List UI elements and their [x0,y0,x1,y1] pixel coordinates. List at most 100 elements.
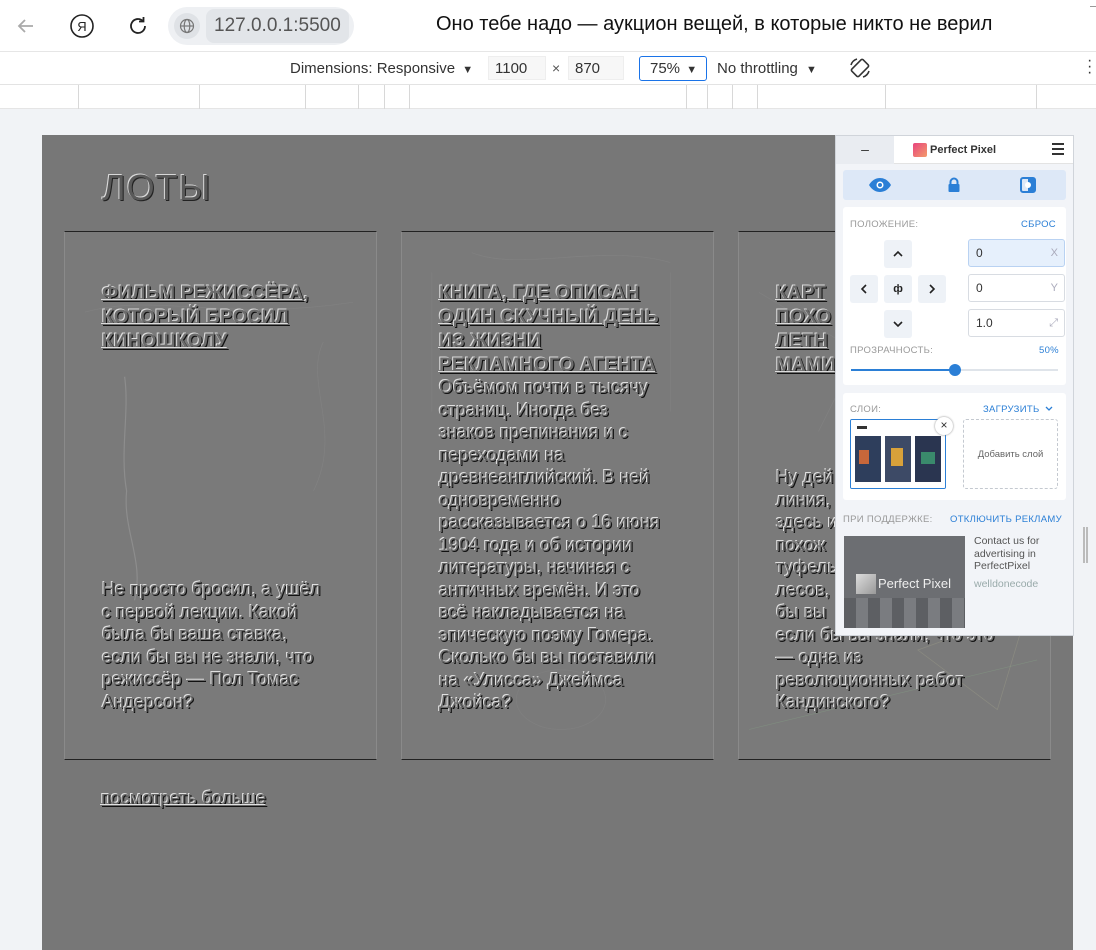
lot-text-line: революционных работ [776,669,965,690]
chevron-down-icon [1045,406,1053,411]
height-input[interactable]: 870 [568,56,624,80]
ad-banner[interactable]: Perfect Pixel [844,536,965,628]
lot-title-line: ПОХО [776,307,832,328]
panel-header: – Perfect Pixel [836,136,1073,164]
remove-layer-button[interactable]: × [935,417,953,435]
reload-button[interactable] [121,9,155,43]
lot-text-line: античных времён. И это [439,579,641,600]
upload-button[interactable]: ЗАГРУЗИТЬ [983,404,1053,415]
invert-toggle[interactable] [991,170,1065,200]
layer-thumbnail[interactable] [850,419,946,489]
lot-card[interactable]: ФИЛЬМ РЕЖИССЁРА, КОТОРЫЙ БРОСИЛ КИНОШКОЛ… [64,231,377,760]
lot-text-line: — одна из [776,647,863,667]
throttling-label: No throttling [717,60,798,77]
lot-card[interactable]: КНИГА, ГДЕ ОПИСАН ОДИН СКУЧНЫЙ ДЕНЬ ИЗ Ж… [401,231,714,760]
lot-title-line: ЛЕТН [776,331,829,352]
scale-input[interactable]: 1.0 ⤢ [968,309,1065,337]
move-down-button[interactable] [884,310,912,338]
move-right-button[interactable] [918,275,946,303]
move-up-button[interactable] [884,240,912,268]
lot-text-line: знаков препинания и с [439,422,629,442]
opacity-slider[interactable] [851,364,1058,376]
lot-text-line: Андерсон? [102,691,194,712]
lot-text-line: переходами на [439,444,565,465]
lot-text-line: литературы, начиная с [439,557,631,577]
ad-pattern [844,598,965,628]
hamburger-menu-icon[interactable] [1052,143,1064,158]
perfect-pixel-panel: – Perfect Pixel ПОЛОЖЕНИЕ: СБРОС ф 0 X 0… [835,135,1074,636]
lot-text-line: Джойса? [439,692,513,712]
lot-title-line: ИЗ ЖИЗНИ [439,331,542,352]
media-query-ruler [0,85,1096,109]
section-title: ЛОТЫ [102,167,212,208]
y-offset-input[interactable]: 0 Y [968,274,1065,302]
lot-text-line: была бы ваша ставка, [102,624,288,644]
chevron-right-icon [929,284,936,294]
lot-title-line: КИНОШКОЛУ [102,331,228,352]
width-input[interactable]: 1100 [488,56,546,80]
chevron-down-icon: ▼ [462,64,474,76]
position-section: ПОЛОЖЕНИЕ: СБРОС ф 0 X 0 Y 1.0 ⤢ ПРОЗРАЧ… [843,207,1066,385]
y-suffix: Y [1050,282,1058,294]
move-left-button[interactable] [850,275,878,303]
lot-title-line: КОТОРЫЙ БРОСИЛ [102,307,289,328]
url-text[interactable]: 127.0.0.1:5500 [206,9,349,43]
lot-text-line: страниц. Иногда без [439,399,609,420]
ad-brand: Perfect Pixel [878,576,951,591]
reset-link[interactable]: СБРОС [1021,219,1056,230]
layers-section: СЛОИ: ЗАГРУЗИТЬ × Добавить слой [843,393,1066,500]
svg-text:Я: Я [77,19,86,34]
lot-description: Не просто бросил, а ушёл с первой лекции… [102,578,321,713]
support-label: ПРИ ПОДДЕРЖКЕ: [843,514,933,525]
lot-text-line: древнеанглийский. В ней [439,467,650,487]
zoom-select[interactable]: 75% ▼ [639,56,707,81]
lot-title[interactable]: КАРТ ПОХО ЛЕТН МАМИ [776,282,836,378]
invert-icon [1020,177,1036,193]
dimensions-select[interactable]: Dimensions: Responsive ▼ [290,52,473,85]
ad-text[interactable]: Contact us for advertising in PerfectPix… [974,535,1069,573]
throttling-select[interactable]: No throttling ▼ [717,52,817,85]
opacity-slider-knob[interactable] [948,364,961,376]
position-label: ПОЛОЖЕНИЕ: [850,219,919,230]
times-icon: × [552,60,561,76]
scale-value: 1.0 [976,316,993,330]
layer-preview-image [851,420,945,488]
device-toolbar: Dimensions: Responsive ▼ 1100 × 870 75% … [0,52,1096,85]
y-offset-value: 0 [976,281,983,295]
resize-handle[interactable] [1083,527,1088,563]
lot-title[interactable]: ФИЛЬМ РЕЖИССЁРА, КОТОРЫЙ БРОСИЛ КИНОШКОЛ… [102,282,309,354]
disable-ads-link[interactable]: ОТКЛЮЧИТЬ РЕКЛАМУ [950,514,1062,525]
page-title: Оно тебе надо — аукцион вещей, в которые… [436,13,993,35]
upload-label: ЗАГРУЗИТЬ [983,404,1040,415]
layers-label: СЛОИ: [850,404,882,415]
perfect-pixel-logo-icon [913,143,927,157]
address-bar[interactable]: 127.0.0.1:5500 [168,7,354,45]
reload-icon [130,17,146,34]
see-more-link[interactable]: посмотреть больше [101,788,266,809]
lock-toggle[interactable] [917,170,991,200]
lot-title-line: ФИЛЬМ РЕЖИССЁРА, [102,283,310,304]
center-button[interactable]: ф [884,275,912,303]
more-options-icon[interactable]: · · · [1087,53,1092,81]
yandex-button[interactable]: Я [65,9,99,43]
lock-icon [948,177,960,192]
ad-logo-icon [856,574,876,594]
minimize-button[interactable]: – [836,136,894,164]
add-layer-button[interactable]: Добавить слой [963,419,1058,489]
lot-text-line: на «Улисса» Джеймса [439,669,624,690]
visibility-toggle[interactable] [843,170,917,200]
x-suffix: X [1050,247,1058,259]
browser-toolbar: Я 127.0.0.1:5500 Оно тебе надо — аукцион… [0,0,1096,52]
lot-title-line: МАМИ [776,355,836,376]
lot-title-line: ОДИН СКУЧНЫЙ ДЕНЬ [439,307,659,328]
globe-icon[interactable] [174,13,200,39]
lot-text-line: Не просто бросил, а ушёл [102,579,321,599]
mode-tabs [843,170,1066,200]
ad-domain[interactable]: welldonecode [974,578,1038,590]
lot-text-line: режиссёр — Пол Томас [102,669,299,689]
yandex-icon: Я [70,14,94,38]
lot-title[interactable]: КНИГА, ГДЕ ОПИСАН ОДИН СКУЧНЫЙ ДЕНЬ ИЗ Ж… [439,282,659,378]
x-offset-input[interactable]: 0 X [968,239,1065,267]
back-button[interactable] [9,9,43,43]
dimensions-label: Dimensions: Responsive [290,60,456,77]
